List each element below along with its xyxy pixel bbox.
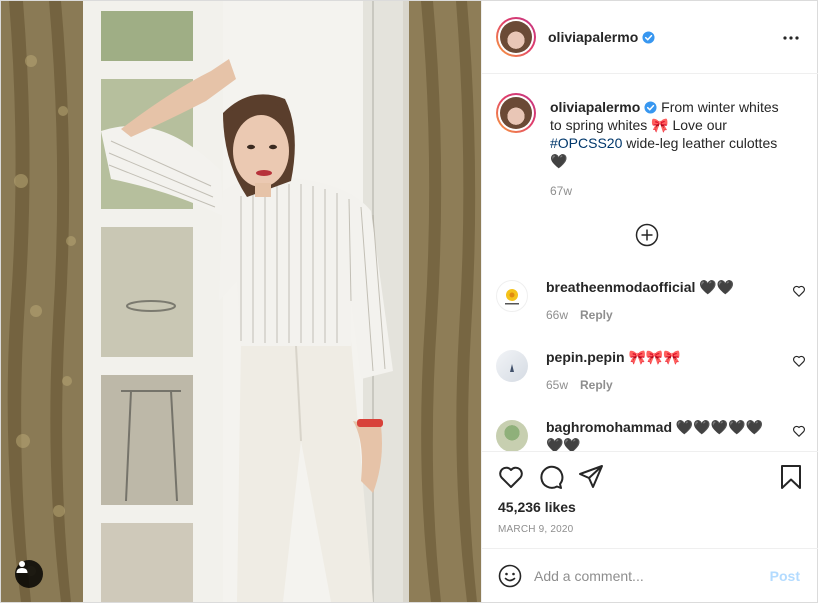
load-more-icon[interactable] [635,223,659,247]
comment-like-icon[interactable] [792,354,806,368]
caption-time[interactable]: 67w [550,184,786,198]
comment-icon[interactable] [538,464,564,490]
post-date[interactable]: MARCH 9, 2020 [498,524,573,535]
commenter-username[interactable]: baghromohammad [546,419,672,435]
caption-hashtag[interactable]: #OPCSS20 [550,135,622,151]
likes-count[interactable]: 45,236 likes [498,499,576,515]
comments-section[interactable]: oliviapalermo From winter whites to spri… [482,75,818,451]
commenter-username[interactable]: breatheenmodaofficial [546,279,695,295]
verified-badge-icon [642,30,655,44]
share-icon[interactable] [578,464,604,490]
post-header: oliviapalermo [482,1,818,74]
comment-input[interactable] [534,567,754,584]
comment-like-icon[interactable] [792,424,806,438]
user-tag-button[interactable] [15,560,43,588]
commenter-avatar[interactable] [496,350,528,382]
post-side-panel: oliviapalermo oliviapalermo From winter … [481,1,818,602]
comment-item: baghromohammad 🖤🖤🖤🖤🖤🖤🖤 [496,418,806,451]
post-caption: oliviapalermo From winter whites to spri… [496,93,796,198]
comment-text: 🎀🎀🎀 [624,349,681,365]
comment-text: 🖤🖤 [695,279,735,295]
post-photo[interactable] [1,1,481,602]
verified-badge-icon [644,101,657,114]
emoji-icon[interactable] [498,564,522,588]
comment-item: breatheenmodaofficial 🖤🖤 66w Reply [496,278,806,322]
commenter-avatar[interactable] [496,280,528,312]
post-comment-button[interactable]: Post [770,568,800,584]
comment-time[interactable]: 65w [546,378,568,392]
more-options-icon[interactable] [782,29,800,47]
reply-button[interactable]: Reply [580,378,613,392]
post-actions: 45,236 likes MARCH 9, 2020 [482,451,818,548]
comment-item: pepin.pepin 🎀🎀🎀 65w Reply [496,348,806,392]
reply-button[interactable]: Reply [580,308,613,322]
add-comment-bar: Post [482,548,818,602]
author-avatar[interactable] [496,17,536,57]
post-dialog: oliviapalermo oliviapalermo From winter … [0,0,818,603]
heart-icon[interactable] [498,464,524,490]
caption-username[interactable]: oliviapalermo [550,99,640,115]
commenter-avatar[interactable] [496,420,528,451]
comment-like-icon[interactable] [792,284,806,298]
user-tag-icon [16,561,28,573]
caption-text: oliviapalermo From winter whites to spri… [550,98,786,170]
save-icon[interactable] [778,464,804,490]
caption-avatar[interactable] [496,93,536,133]
photo-illustration [1,1,481,602]
author-username[interactable]: oliviapalermo [548,29,638,45]
commenter-username[interactable]: pepin.pepin [546,349,625,365]
comment-time[interactable]: 66w [546,308,568,322]
